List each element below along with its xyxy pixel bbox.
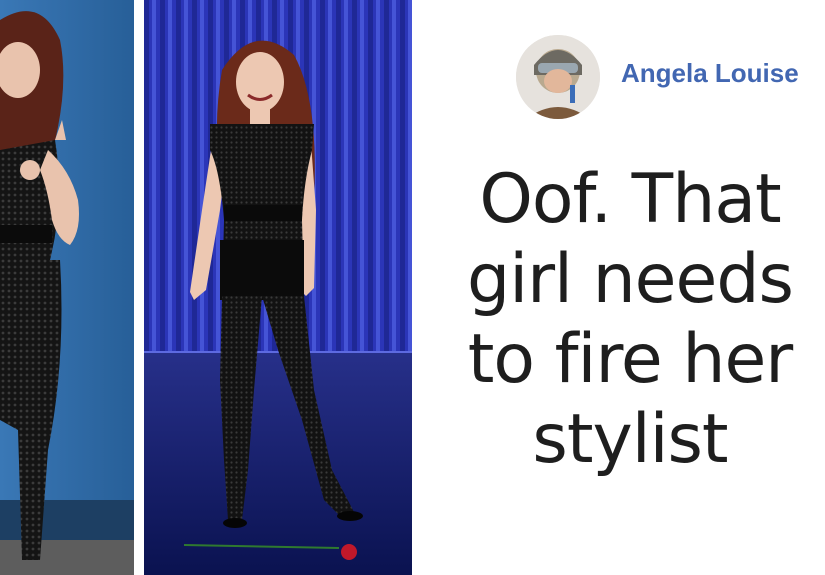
comment-line: to fire her: [467, 320, 794, 399]
comment-line: stylist: [532, 400, 728, 479]
photo-left-image: [0, 0, 134, 575]
comment-line: Oof. That: [479, 160, 781, 239]
photo-right-image: [144, 0, 412, 575]
photo-left: [0, 0, 134, 575]
photo-collage: [0, 0, 412, 575]
photo-right: [144, 0, 412, 575]
comment-line: girl needs: [467, 240, 794, 319]
comment-text: Oof. That girl needs to fire her stylist: [450, 160, 810, 480]
author-name[interactable]: Angela Louise: [621, 58, 799, 89]
avatar-image: [516, 35, 600, 119]
photo-divider: [134, 0, 144, 575]
comment-post: Angela Louise Oof. That girl needs to fi…: [412, 0, 825, 575]
avatar[interactable]: [516, 35, 600, 119]
